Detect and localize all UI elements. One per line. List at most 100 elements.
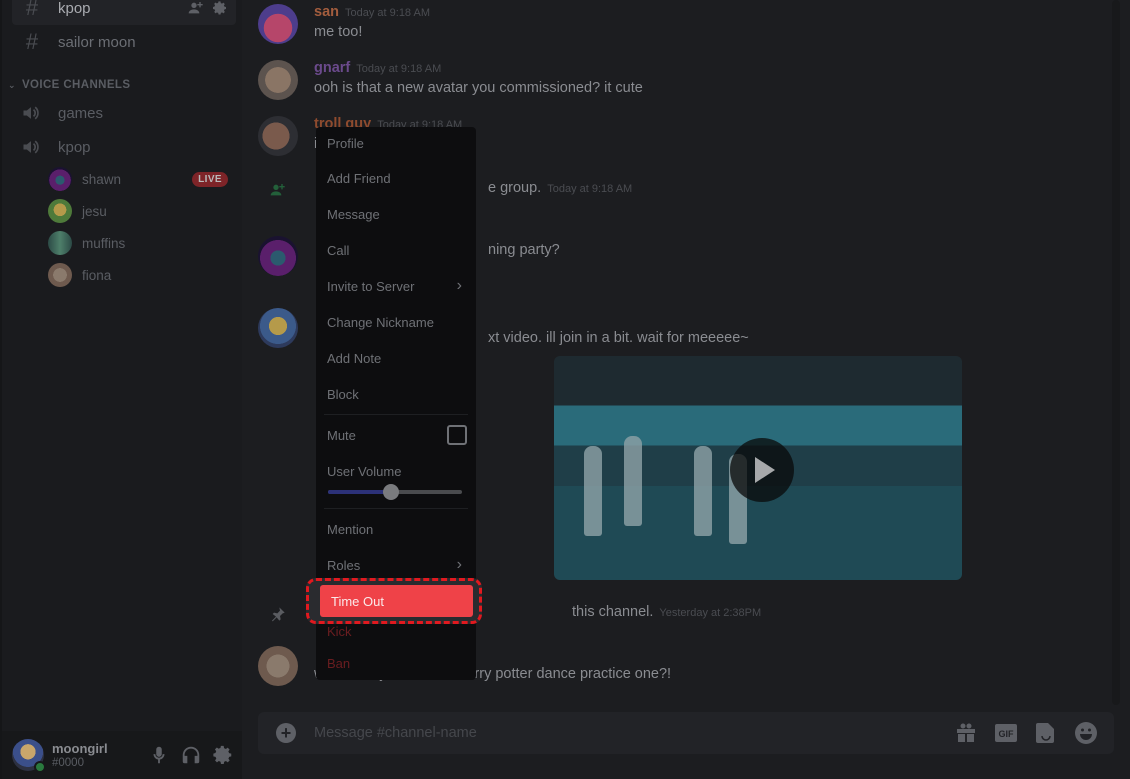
avatar[interactable] (258, 60, 298, 100)
menu-item-call[interactable]: Call (324, 234, 468, 266)
invite-user-icon[interactable] (188, 0, 204, 16)
voice-user-name: jesu (82, 203, 107, 219)
channel-sailor-moon[interactable]: # sailor moon (12, 25, 236, 59)
sticker-icon[interactable] (1034, 721, 1058, 745)
user-volume-slider[interactable] (328, 484, 462, 500)
voice-channel-games[interactable]: games (12, 97, 236, 129)
chevron-down-icon: ⌄ (8, 79, 16, 90)
menu-item-label: Mention (327, 521, 374, 537)
voice-user-jesu[interactable]: jesu (48, 197, 228, 225)
volume-slider-fill (328, 490, 391, 494)
menu-item-mute[interactable]: Mute (324, 419, 468, 451)
menu-item-label: Change Nickname (327, 314, 434, 330)
message-composer: + GIF (258, 712, 1114, 754)
message-text: me too! (314, 24, 363, 40)
avatar[interactable] (258, 4, 298, 44)
message-timestamp: Yesterday at 2:38PM (659, 607, 762, 619)
menu-item-block[interactable]: Block (324, 378, 468, 410)
hash-icon: # (25, 0, 39, 20)
voice-user-muffins[interactable]: muffins (48, 229, 228, 257)
menu-item-message[interactable]: Message (324, 198, 468, 230)
menu-item-add-note[interactable]: Add Note (324, 342, 468, 374)
gear-icon[interactable] (212, 0, 228, 16)
voice-user-name: muffins (82, 235, 126, 251)
avatar[interactable] (258, 116, 298, 156)
user-panel: moongirl #0000 (2, 731, 244, 779)
channel-label: kpop (58, 0, 91, 17)
system-text: this channel. (572, 604, 654, 620)
avatar (48, 263, 72, 287)
pin-icon (272, 607, 285, 622)
menu-item-label: Ban (327, 655, 351, 671)
video-embed[interactable] (554, 356, 962, 580)
menu-item-time-out[interactable]: Time Out (320, 585, 473, 617)
menu-item-mention[interactable]: Mention (324, 513, 468, 545)
volume-slider-thumb[interactable] (382, 484, 399, 500)
username: moongirl (52, 741, 108, 756)
menu-item-label: Kick (327, 623, 352, 639)
menu-item-label: Invite to Server (327, 278, 415, 294)
chevron-right-icon: › (456, 556, 462, 573)
channel-sidebar: # kpop # sailor moon ⌄ VOICE CHANNELS ga… (0, 0, 244, 779)
menu-item-label: Block (327, 386, 359, 402)
category-label: VOICE CHANNELS (21, 79, 131, 91)
gif-icon[interactable]: GIF (994, 721, 1018, 745)
voice-channel-label: games (58, 104, 104, 122)
menu-item-label: Roles (327, 557, 361, 573)
menu-item-invite-to-server[interactable]: Invite to Server › (324, 270, 468, 302)
message-text: ning party? (488, 242, 560, 258)
voice-user-name: shawn (82, 171, 122, 187)
scrollbar[interactable] (1112, 0, 1120, 705)
voice-user-fiona[interactable]: fiona (48, 261, 228, 289)
avatar[interactable] (258, 646, 298, 686)
hash-rules-icon: # (25, 29, 39, 54)
avatar (48, 167, 72, 191)
menu-separator (324, 508, 468, 509)
user-volume-label: User Volume (324, 455, 468, 487)
attach-plus-icon[interactable]: + (276, 723, 296, 743)
menu-item-label: Call (327, 242, 350, 258)
message-author[interactable]: san (314, 4, 339, 20)
menu-item-label: Message (327, 206, 380, 222)
message-author[interactable]: gnarf (314, 60, 350, 76)
menu-item-roles[interactable]: Roles › (324, 549, 468, 581)
voice-channel-label: kpop (58, 138, 91, 156)
menu-item-change-nickname[interactable]: Change Nickname (324, 306, 468, 338)
menu-item-profile[interactable]: Profile (324, 127, 468, 159)
discord-app: # kpop # sailor moon ⌄ VOICE CHANNELS ga… (0, 0, 1130, 779)
message-text: ooh is that a new avatar you commissione… (314, 80, 643, 96)
system-text: e group. (488, 180, 542, 196)
message-timestamp: Today at 9:18 AM (547, 183, 633, 195)
avatar[interactable] (258, 308, 298, 348)
voice-category-header[interactable]: ⌄ VOICE CHANNELS (8, 76, 130, 94)
message-input[interactable] (314, 725, 954, 741)
menu-item-label: Add Friend (327, 170, 391, 186)
avatar[interactable] (258, 236, 298, 276)
gift-icon[interactable] (954, 721, 978, 745)
voice-channel-kpop[interactable]: kpop (12, 131, 236, 163)
play-icon[interactable] (730, 438, 794, 502)
channel-kpop[interactable]: # kpop (12, 0, 236, 25)
menu-item-label: Profile (327, 135, 364, 151)
mute-checkbox[interactable] (447, 425, 467, 445)
menu-item-label: Time Out (331, 593, 384, 609)
headphones-icon[interactable] (180, 744, 202, 766)
online-status-icon (34, 761, 46, 773)
menu-item-add-friend[interactable]: Add Friend (324, 162, 468, 194)
menu-separator (324, 414, 468, 415)
emoji-icon[interactable] (1074, 721, 1098, 745)
menu-item-ban[interactable]: Ban (324, 647, 468, 679)
microphone-icon[interactable] (148, 744, 170, 766)
message-timestamp: Today at 9:18 AM (356, 63, 442, 75)
user-tag: #0000 (52, 757, 84, 769)
voice-user-name: fiona (82, 267, 112, 283)
user-add-icon (270, 184, 285, 196)
menu-item-label: Add Note (327, 350, 382, 366)
voice-user-shawn[interactable]: shawn LIVE (48, 165, 228, 193)
settings-gear-icon[interactable] (212, 744, 234, 766)
menu-item-label: User Volume (327, 463, 402, 479)
avatar (48, 231, 72, 255)
user-avatar[interactable] (12, 739, 46, 773)
speaker-icon (23, 106, 39, 120)
menu-item-label: Mute (327, 427, 356, 443)
